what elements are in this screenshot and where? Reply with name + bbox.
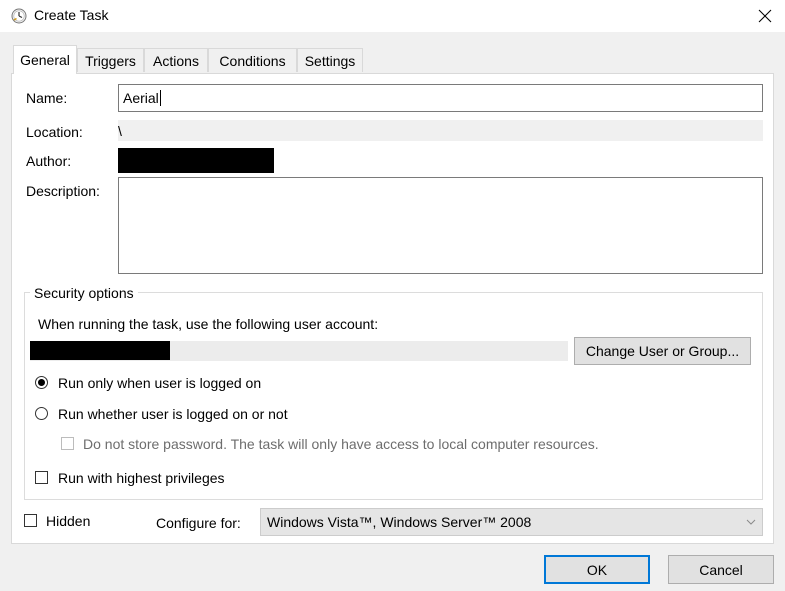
window-title: Create Task	[34, 7, 109, 23]
tab-triggers[interactable]: Triggers	[77, 48, 144, 72]
task-scheduler-clock-icon	[11, 8, 27, 24]
configure-for-label: Configure for:	[156, 515, 241, 531]
hidden-checkbox[interactable]	[24, 514, 37, 527]
title-bar	[0, 0, 785, 32]
tab-actions[interactable]: Actions	[144, 48, 208, 72]
description-textarea[interactable]	[118, 177, 763, 274]
run-highest-privileges-checkbox[interactable]	[35, 471, 48, 484]
name-input[interactable]: Aerial	[118, 84, 763, 112]
change-user-or-group-button[interactable]: Change User or Group...	[574, 337, 751, 365]
name-input-value: Aerial	[123, 90, 161, 106]
tab-conditions[interactable]: Conditions	[208, 48, 297, 72]
run-whether-logged-on-label[interactable]: Run whether user is logged on or not	[58, 406, 288, 422]
location-field: \	[118, 120, 763, 141]
ok-button[interactable]: OK	[544, 555, 650, 584]
security-options-title: Security options	[30, 285, 138, 301]
tab-settings[interactable]: Settings	[297, 48, 363, 72]
chevron-down-icon	[746, 519, 756, 525]
tab-general[interactable]: General	[13, 45, 77, 74]
user-account-redacted	[30, 341, 170, 360]
do-not-store-password-checkbox[interactable]	[61, 437, 74, 450]
location-value: \	[118, 123, 122, 139]
run-whether-logged-on-radio[interactable]	[35, 407, 48, 420]
description-label: Description:	[26, 183, 100, 199]
configure-for-dropdown[interactable]: Windows Vista™, Windows Server™ 2008	[260, 508, 763, 536]
run-only-logged-on-radio[interactable]	[35, 376, 48, 389]
close-button[interactable]	[744, 0, 785, 32]
name-label: Name:	[26, 90, 68, 106]
location-label: Location:	[26, 124, 83, 140]
run-only-logged-on-label[interactable]: Run only when user is logged on	[58, 375, 261, 391]
run-highest-privileges-label[interactable]: Run with highest privileges	[58, 470, 225, 486]
author-value-redacted	[118, 148, 274, 173]
cancel-button[interactable]: Cancel	[668, 555, 774, 584]
user-account-prompt: When running the task, use the following…	[38, 316, 379, 332]
do-not-store-password-label: Do not store password. The task will onl…	[83, 436, 599, 452]
close-icon	[758, 9, 771, 23]
hidden-label[interactable]: Hidden	[46, 513, 90, 529]
author-label: Author:	[26, 153, 72, 169]
configure-for-value: Windows Vista™, Windows Server™ 2008	[267, 514, 532, 530]
